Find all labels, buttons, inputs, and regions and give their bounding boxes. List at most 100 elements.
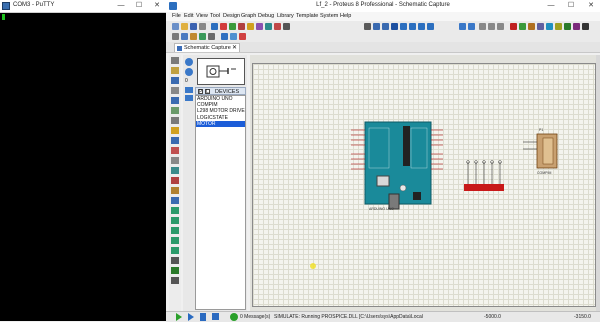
pick-device-icon[interactable] [537, 23, 544, 30]
line-icon[interactable] [171, 207, 179, 214]
copy-icon[interactable] [181, 33, 188, 40]
box-icon[interactable] [171, 217, 179, 224]
marker-icon[interactable] [171, 277, 179, 284]
wire-label-icon[interactable] [171, 87, 179, 94]
subcircuit-icon[interactable] [171, 117, 179, 124]
packaging-icon[interactable] [555, 23, 562, 30]
junction-dot-icon[interactable] [171, 77, 179, 84]
component-mode-icon[interactable] [171, 67, 179, 74]
menu-design[interactable]: Design [223, 13, 240, 19]
device-list[interactable]: ARDUINO UNO COMPIM L298 MOTOR DRIVER LOG… [195, 95, 246, 310]
new-file-icon[interactable] [172, 23, 179, 30]
text-icon[interactable] [171, 257, 179, 264]
schematic-icon[interactable] [220, 23, 227, 30]
current-probe-icon[interactable] [171, 187, 179, 194]
step-icon[interactable] [188, 313, 194, 321]
pan-icon[interactable] [391, 23, 398, 30]
netlist-icon[interactable] [573, 23, 580, 30]
text-script-icon[interactable] [171, 97, 179, 104]
menu-tool[interactable]: Tool [210, 13, 220, 19]
block-move-icon[interactable] [230, 33, 237, 40]
cut-icon[interactable] [172, 33, 179, 40]
putty-close-button[interactable]: ✕ [150, 0, 164, 12]
mirror-icon[interactable] [519, 23, 526, 30]
arc-icon[interactable] [171, 237, 179, 244]
menu-edit[interactable]: Edit [184, 13, 193, 19]
help-icon[interactable] [283, 23, 290, 30]
mirror-horizontal-icon[interactable] [185, 87, 193, 93]
home-icon[interactable] [211, 23, 218, 30]
undo-icon[interactable] [459, 23, 466, 30]
make-device-icon[interactable] [546, 23, 553, 30]
pause-icon[interactable] [200, 313, 206, 321]
close-project-icon[interactable] [199, 23, 206, 30]
zoom-all-icon[interactable] [418, 23, 425, 30]
stop-icon[interactable] [212, 313, 219, 320]
zoom-area-icon[interactable] [427, 23, 434, 30]
device-item-l298-motor-driver[interactable]: L298 MOTOR DRIVER [196, 108, 245, 114]
design-explorer-icon[interactable] [256, 23, 263, 30]
delete-block-icon[interactable] [528, 23, 535, 30]
block-copy-icon[interactable] [221, 33, 228, 40]
gerber-icon[interactable] [247, 23, 254, 30]
buses-icon[interactable] [171, 107, 179, 114]
selection-mode-icon[interactable] [171, 57, 179, 64]
schematic-sheet[interactable]: ARDUINO UNO P1 COMPIM [252, 63, 596, 307]
open-folder-icon[interactable] [181, 23, 188, 30]
path-icon[interactable] [171, 247, 179, 254]
virtual-instruments-icon[interactable] [171, 197, 179, 204]
paste-icon[interactable] [190, 33, 197, 40]
tab-close-icon[interactable]: ✕ [232, 44, 237, 51]
search-icon[interactable] [582, 23, 589, 30]
circle-icon[interactable] [171, 227, 179, 234]
menu-graph[interactable]: Graph [241, 13, 256, 19]
rotate-cw-icon[interactable] [185, 58, 193, 66]
compim-component[interactable]: P1 COMPIM [523, 128, 558, 175]
menu-help[interactable]: Help [340, 13, 351, 19]
proteus-minimize-button[interactable]: — [544, 0, 558, 12]
symbol-icon[interactable] [171, 267, 179, 274]
rotate-icon[interactable] [510, 23, 517, 30]
device-pins-icon[interactable] [171, 137, 179, 144]
putty-minimize-button[interactable]: — [114, 0, 128, 12]
bom-icon[interactable] [265, 23, 272, 30]
block-delete-icon[interactable] [239, 33, 246, 40]
graph-icon[interactable] [171, 147, 179, 154]
annotate-icon[interactable] [564, 23, 571, 30]
voltage-probe-icon[interactable] [171, 177, 179, 184]
tape-recorder-icon[interactable] [171, 157, 179, 164]
messages-count[interactable]: 0 Message(s) [240, 314, 270, 320]
terminals-icon[interactable] [171, 127, 179, 134]
rotate-ccw-icon[interactable] [185, 68, 193, 76]
copy-block-icon[interactable] [488, 23, 495, 30]
mirror-vertical-icon[interactable] [185, 95, 193, 101]
grid-toggle-icon[interactable] [373, 23, 380, 30]
source-code-icon[interactable] [274, 23, 281, 30]
origin-icon[interactable] [208, 33, 215, 40]
arduino-uno-component[interactable] [364, 121, 432, 210]
logicstate-group[interactable] [464, 160, 504, 191]
menu-file[interactable]: File [172, 13, 181, 19]
zoom-out-icon[interactable] [409, 23, 416, 30]
menu-debug[interactable]: Debug [258, 13, 274, 19]
3d-view-icon[interactable] [238, 23, 245, 30]
pcb-icon[interactable] [229, 23, 236, 30]
redo-icon[interactable] [468, 23, 475, 30]
zoom-in-icon[interactable] [400, 23, 407, 30]
proteus-maximize-button[interactable]: ☐ [564, 0, 578, 12]
menu-library[interactable]: Library [277, 13, 294, 19]
false-origin-icon[interactable] [382, 23, 389, 30]
play-icon[interactable] [176, 313, 182, 321]
putty-maximize-button[interactable]: ☐ [132, 0, 146, 12]
device-item-motor[interactable]: MOTOR [196, 120, 245, 127]
generator-icon[interactable] [171, 167, 179, 174]
menu-system[interactable]: System [320, 13, 338, 19]
tab-schematic-capture[interactable]: Schematic Capture ✕ [174, 43, 240, 52]
library-manager-button[interactable]: L [205, 89, 210, 95]
refresh-icon[interactable] [364, 23, 371, 30]
menu-template[interactable]: Template [296, 13, 318, 19]
proteus-title-bar[interactable]: Lf_2 - Proteus 8 Professional - Schemati… [166, 0, 600, 12]
paste-block-icon[interactable] [497, 23, 504, 30]
terminal-area[interactable] [0, 12, 166, 321]
menu-view[interactable]: View [196, 13, 208, 19]
